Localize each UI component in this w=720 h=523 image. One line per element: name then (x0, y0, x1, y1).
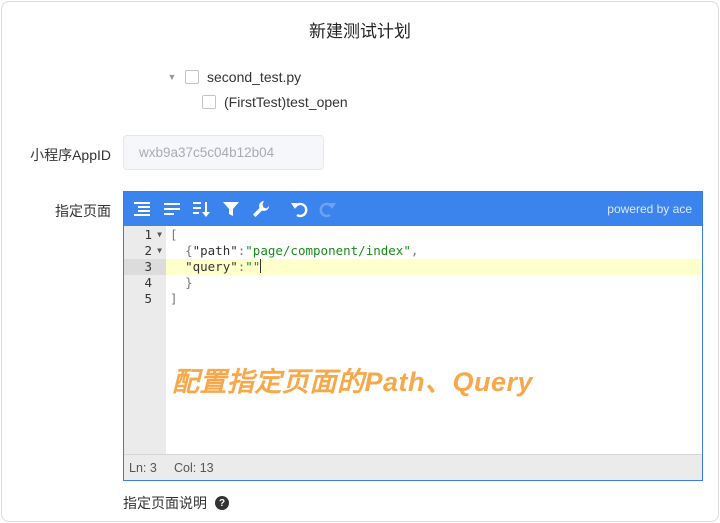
file-checkbox[interactable] (185, 70, 199, 84)
tree-item-file-label: second_test.py (207, 69, 302, 85)
annotation-text: 配置指定页面的Path、Query (172, 367, 534, 397)
text-cursor (260, 259, 262, 273)
fold-arrow-icon: ▼ (157, 230, 162, 239)
undo-icon[interactable] (289, 199, 309, 219)
align-text-icon[interactable] (162, 199, 182, 219)
pages-label: 指定页面 (55, 203, 111, 219)
tree-item-file[interactable]: ▼ second_test.py (167, 69, 302, 85)
caret-down-icon[interactable]: ▼ (167, 72, 177, 82)
editor-toolbar: powered by ace (124, 192, 702, 226)
code-area[interactable]: [ {"path":"page/component/index", "query… (166, 226, 702, 454)
gutter-line: 5 (144, 291, 152, 306)
tree-item-case-label: (FirstTest)test_open (224, 94, 348, 110)
status-line: Ln: 3 (129, 461, 157, 475)
appid-input[interactable]: wxb9a37c5c04b12b04 (123, 135, 324, 170)
code-line: ] (170, 291, 178, 306)
gutter-line: 1 ▼ (144, 227, 162, 242)
question-circle-icon[interactable]: ? (215, 496, 229, 510)
dialog-title: 新建测试计划 (309, 22, 411, 41)
tree-item-case[interactable]: (FirstTest)test_open (202, 94, 348, 110)
editor-statusbar: Ln: 3 Col: 13 (124, 454, 702, 480)
format-indent-icon[interactable] (132, 199, 152, 219)
status-col: Col: 13 (174, 461, 214, 475)
sort-icon[interactable] (191, 199, 211, 219)
code-editor[interactable]: powered by ace 1 ▼ 2 ▼ 3 4 5 [ {"path":"pa… (123, 191, 703, 481)
case-checkbox[interactable] (202, 95, 216, 109)
pages-desc-label: 指定页面说明 ? (123, 493, 229, 513)
code-line: } (185, 275, 193, 290)
gutter-line: 2 ▼ (144, 243, 162, 258)
powered-by-text: powered by ace (607, 202, 692, 216)
gutter-line-active: 3 (124, 259, 166, 275)
gutter-line: 4 (144, 275, 152, 290)
pages-desc-text: 指定页面说明 (123, 495, 207, 511)
filter-icon[interactable] (221, 199, 241, 219)
redo-icon[interactable] (318, 199, 338, 219)
wrench-icon[interactable] (251, 199, 271, 219)
code-line: {"path":"page/component/index", (185, 243, 419, 258)
code-line-active: "query":"" (166, 259, 702, 275)
code-line: [ (170, 227, 178, 242)
editor-gutter: 1 ▼ 2 ▼ 3 4 5 (124, 226, 166, 454)
appid-label: 小程序AppID (30, 147, 111, 163)
fold-arrow-icon: ▼ (157, 246, 162, 255)
